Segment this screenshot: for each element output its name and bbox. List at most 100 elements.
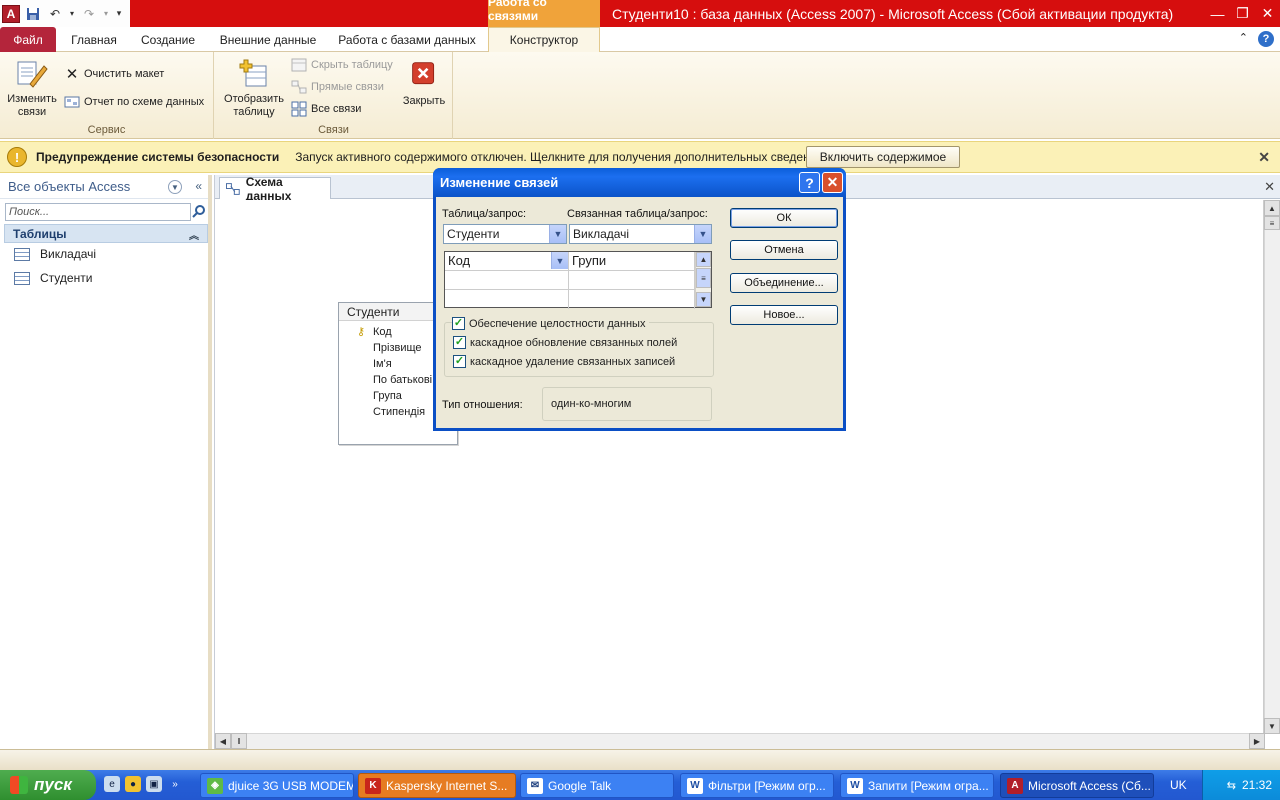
field-item[interactable]: Стипендія: [373, 406, 425, 422]
undo-icon[interactable]: ↶: [46, 5, 64, 23]
dialog-title-bar[interactable]: Изменение связей ? ✕: [433, 168, 846, 197]
tab-create[interactable]: Создание: [134, 27, 202, 52]
scroll-down-icon[interactable]: ▼: [1264, 718, 1280, 734]
chevron-down-icon[interactable]: ▼: [551, 252, 568, 269]
help-icon[interactable]: ?: [1258, 31, 1274, 47]
tab-database-tools[interactable]: Работа с базами данных: [332, 27, 482, 52]
grid-cell-right-field[interactable]: Групи: [569, 252, 695, 271]
tab-home[interactable]: Главная: [62, 27, 126, 52]
network-icon[interactable]: ⇆: [1227, 779, 1236, 792]
scroll-down-icon[interactable]: ▼: [696, 292, 711, 307]
edit-relationships-button[interactable]: Изменить связи: [4, 58, 60, 119]
dialog-close-button[interactable]: ✕: [822, 172, 843, 193]
task-button[interactable]: W Фільтри [Режим огр...: [680, 773, 834, 798]
save-icon[interactable]: [24, 5, 42, 23]
vertical-scrollbar[interactable]: ▲ ≡ ▼: [1264, 200, 1280, 734]
cascade-delete-checkbox[interactable]: ✓: [453, 355, 466, 368]
dialog-help-button[interactable]: ?: [799, 172, 820, 193]
close-document-icon[interactable]: ✕: [1264, 179, 1275, 195]
language-indicator[interactable]: UK: [1170, 778, 1187, 792]
chrome-icon[interactable]: ●: [125, 776, 141, 792]
collapse-group-icon[interactable]: ︽: [189, 227, 199, 242]
field-item[interactable]: Код: [373, 326, 392, 342]
join-type-button[interactable]: Объединение...: [730, 273, 838, 293]
enforce-integrity-checkbox[interactable]: ✓: [452, 317, 465, 330]
restore-button[interactable]: ❐: [1230, 0, 1255, 27]
cascade-update-option[interactable]: ✓ каскадное обновление связанных полей: [453, 336, 677, 349]
more-icon[interactable]: »: [167, 776, 183, 792]
tab-design[interactable]: Конструктор: [488, 27, 600, 52]
task-button-active[interactable]: A Microsoft Access (Сб...: [1000, 773, 1154, 798]
tab-external-data[interactable]: Внешние данные: [212, 27, 324, 52]
all-relationships-button[interactable]: Все связи: [291, 101, 361, 117]
field-item[interactable]: По батькові: [373, 374, 432, 390]
show-table-button[interactable]: Отобразить таблицу: [221, 58, 287, 119]
minimize-ribbon-icon[interactable]: ⌃: [1239, 31, 1248, 47]
nav-menu-dropdown-icon[interactable]: ▼: [168, 180, 182, 194]
cancel-button[interactable]: Отмена: [730, 240, 838, 260]
h-scroll-thumb[interactable]: ‖: [231, 733, 247, 749]
search-icon[interactable]: [192, 204, 206, 220]
close-relationships-button[interactable]: Закрыть: [399, 60, 449, 108]
grid-cell-empty[interactable]: [569, 290, 695, 309]
nav-group-tables[interactable]: Таблицы ︽: [4, 224, 208, 243]
ok-button[interactable]: ОК: [730, 208, 838, 228]
clock[interactable]: 21:32: [1242, 778, 1272, 792]
create-new-button[interactable]: Новое...: [730, 305, 838, 325]
nav-search-input[interactable]: Поиск...: [5, 203, 191, 221]
grid-cell-empty[interactable]: [569, 271, 695, 290]
task-button[interactable]: ◈ djuice 3G USB MODEM: [200, 773, 354, 798]
scroll-left-icon[interactable]: ◀: [215, 733, 231, 749]
task-button[interactable]: ✉ Google Talk: [520, 773, 674, 798]
nav-pane-header[interactable]: Все объекты Access ▼ «: [0, 175, 208, 199]
hide-table-button[interactable]: Скрыть таблицу: [291, 57, 393, 73]
grid-scrollbar[interactable]: ▲ ≡ ▼: [695, 252, 711, 307]
grid-scroll-thumb[interactable]: ≡: [696, 268, 711, 288]
access-app-icon[interactable]: A: [2, 4, 20, 23]
tab-file[interactable]: Файл: [0, 27, 56, 52]
related-table-select[interactable]: Викладачі ▼: [569, 224, 712, 244]
field-item[interactable]: Група: [373, 390, 402, 406]
table-query-select[interactable]: Студенти ▼: [443, 224, 567, 244]
scroll-up-icon[interactable]: ▲: [696, 252, 711, 267]
redo-dropdown-icon[interactable]: ▾: [102, 5, 110, 23]
chevron-down-icon[interactable]: ▼: [549, 225, 566, 243]
redo-icon[interactable]: ↷: [80, 5, 98, 23]
security-warning-message[interactable]: Запуск активного содержимого отключен. Щ…: [295, 150, 826, 164]
grid-cell-empty[interactable]: [445, 290, 569, 309]
task-button[interactable]: K Kaspersky Internet S...: [358, 773, 516, 798]
media-icon[interactable]: ▣: [146, 776, 162, 792]
relationship-report-button[interactable]: Отчет по схеме данных: [64, 94, 204, 110]
collapse-nav-pane-icon[interactable]: «: [195, 179, 202, 193]
customize-qat-icon[interactable]: ▾: [114, 5, 124, 23]
direct-relationships-button[interactable]: Прямые связи: [291, 79, 384, 95]
horizontal-scrollbar[interactable]: ◀ ‖ ▶: [215, 733, 1265, 749]
close-window-button[interactable]: ✕: [1255, 0, 1280, 27]
hide-table-icon: [291, 58, 307, 72]
scroll-up-icon[interactable]: ▲: [1264, 200, 1280, 216]
scroll-right-icon[interactable]: ▶: [1249, 733, 1265, 749]
scroll-thumb[interactable]: ≡: [1264, 216, 1280, 230]
undo-dropdown-icon[interactable]: ▾: [68, 5, 76, 23]
field-mapping-grid: Код ▼ Групи ▲ ≡ ▼: [444, 251, 712, 309]
close-security-bar-icon[interactable]: ✕: [1258, 149, 1270, 166]
ie-icon[interactable]: e: [104, 776, 120, 792]
minimize-button[interactable]: —: [1205, 0, 1230, 27]
enable-content-button[interactable]: Включить содержимое: [806, 146, 960, 168]
cascade-update-checkbox[interactable]: ✓: [453, 336, 466, 349]
task-button[interactable]: W Запити [Режим огра...: [840, 773, 994, 798]
kaspersky-icon: K: [365, 777, 381, 794]
relationships-icon: [226, 182, 240, 195]
start-button[interactable]: пуск: [0, 770, 96, 800]
field-item[interactable]: Прізвище: [373, 342, 422, 358]
chevron-down-icon[interactable]: ▼: [694, 225, 711, 243]
grid-cell-empty[interactable]: [445, 271, 569, 290]
enforce-integrity-option[interactable]: ✓ Обеспечение целостности данных: [452, 317, 650, 330]
field-item[interactable]: Ім'я: [373, 358, 392, 374]
nav-item-table[interactable]: Викладачі: [14, 244, 96, 264]
cascade-delete-option[interactable]: ✓ каскадное удаление связанных записей: [453, 355, 675, 368]
clear-layout-button[interactable]: ✕ Очистить макет: [64, 65, 165, 83]
grid-cell-left-field[interactable]: Код ▼: [445, 252, 569, 271]
nav-item-table[interactable]: Студенти: [14, 268, 92, 288]
tab-relationships-schema[interactable]: Схема данных: [219, 175, 331, 203]
